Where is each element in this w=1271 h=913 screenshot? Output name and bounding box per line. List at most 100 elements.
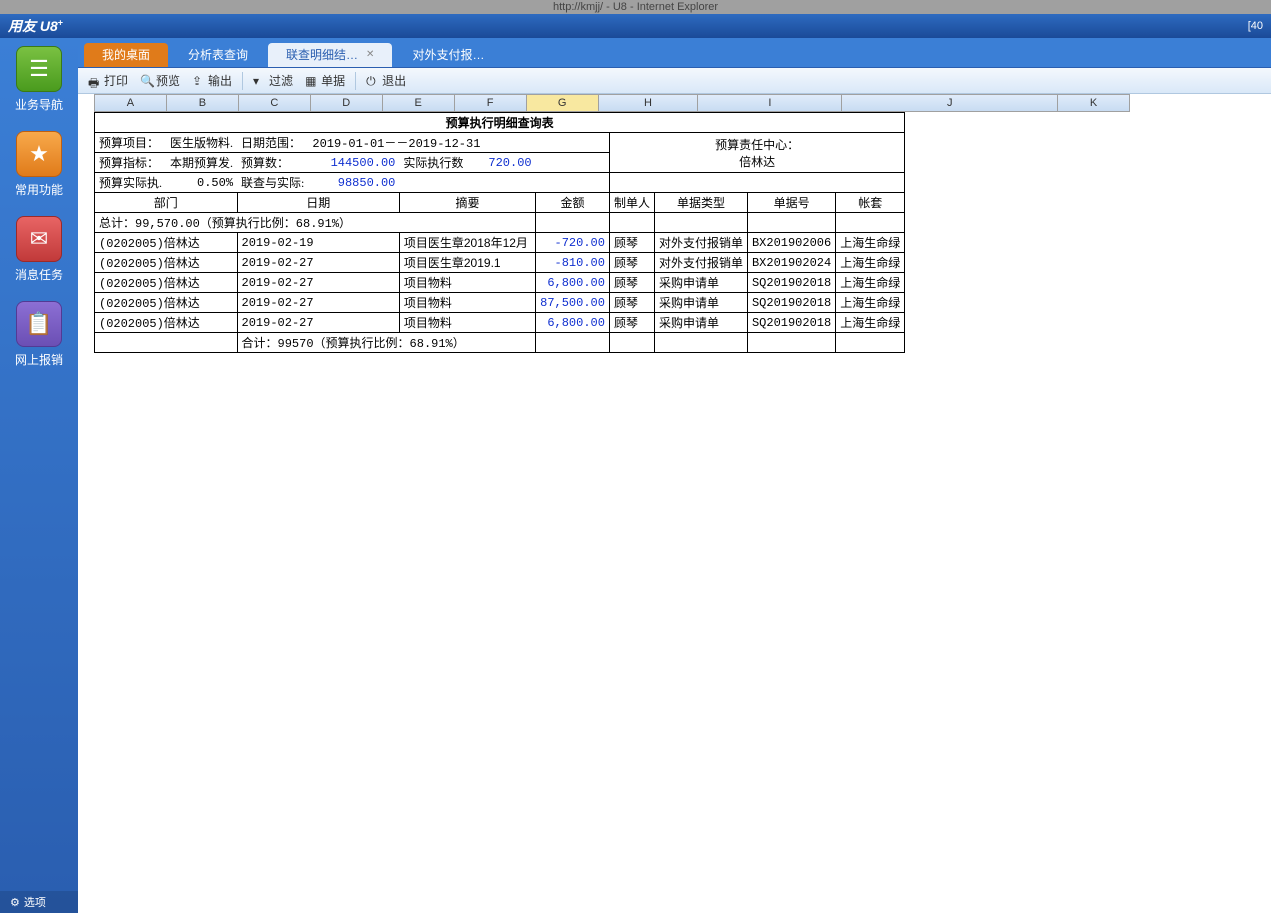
cell-docno: SQ201902018: [747, 293, 835, 313]
print-icon: 🖶: [88, 74, 102, 88]
cell-amount: -720.00: [536, 233, 610, 253]
export-icon: ⇪: [192, 74, 206, 88]
tab-analysis[interactable]: 分析表查询: [170, 43, 266, 67]
column-header-H[interactable]: H: [599, 95, 699, 111]
column-header-C[interactable]: C: [239, 95, 311, 111]
table-row[interactable]: (0202005)倍林达2019-02-27项目医生章2019.1-810.00…: [95, 253, 905, 273]
cell-type: 对外支付报销单: [654, 233, 747, 253]
titlebar-right-text: [40: [1248, 20, 1263, 32]
column-header-K[interactable]: K: [1058, 95, 1130, 111]
column-header-B[interactable]: B: [167, 95, 239, 111]
cell-type: 采购申请单: [654, 313, 747, 333]
export-button[interactable]: ⇪输出: [186, 70, 238, 91]
actual-ratio-label: 预算实际执.: [95, 173, 167, 193]
report-table: 预算执行明细查询表 预算项目： 医生版物料. 日期范围： 2019-01-01－…: [94, 112, 905, 353]
document-button[interactable]: ▦单据: [299, 70, 351, 91]
col-docno: 单据号: [747, 193, 835, 213]
table-row[interactable]: (0202005)倍林达2019-02-19项目医生章2018年12月-720.…: [95, 233, 905, 253]
preview-button[interactable]: 🔍预览: [134, 70, 186, 91]
cell-amount: 87,500.00: [536, 293, 610, 313]
sidebar-item-online[interactable]: 📋 网上报销: [8, 301, 70, 368]
close-icon[interactable]: ✕: [366, 43, 374, 67]
cell-docno: BX201902024: [747, 253, 835, 273]
report-info-row-3: 预算实际执. 0.50% 联查与实际: 98850.00: [95, 173, 905, 193]
star-icon: ★: [16, 131, 62, 177]
col-summary: 摘要: [399, 193, 535, 213]
table-row[interactable]: (0202005)倍林达2019-02-27项目物料6,800.00顾琴采购申请…: [95, 313, 905, 333]
col-type: 单据类型: [654, 193, 747, 213]
budget-index: 本期预算发.: [166, 153, 237, 173]
sum-row: 合计：99570（预算执行比例：68.91%）: [95, 333, 905, 353]
budget-center: 预算责任中心： 倍林达: [609, 133, 904, 173]
print-button[interactable]: 🖶打印: [82, 70, 134, 91]
actual-exec-label: 实际执行数: [399, 153, 484, 173]
cell-docno: SQ201902018: [747, 273, 835, 293]
column-header-G[interactable]: G: [527, 95, 599, 111]
sidebar-item-msg[interactable]: ✉ 消息任务: [8, 216, 70, 283]
exit-icon: ⏻: [366, 74, 380, 88]
report-title: 预算执行明细查询表: [95, 113, 905, 133]
cell-summary: 项目医生章2019.1: [399, 253, 535, 273]
actual-ratio: 0.50%: [166, 173, 237, 193]
app-titlebar: 用友 U8+ [40: [0, 14, 1271, 38]
cell-docno: BX201902006: [747, 233, 835, 253]
column-header-F[interactable]: F: [455, 95, 527, 111]
sum-text: 合计：99570（预算执行比例：68.91%）: [237, 333, 536, 353]
tab-external-pay[interactable]: 对外支付报…: [394, 43, 502, 67]
gear-icon: ⚙: [10, 896, 20, 909]
column-header-E[interactable]: E: [383, 95, 455, 111]
sidebar: ☰ 业务导航 ★ 常用功能 ✉ 消息任务 📋 网上报销 ⚙ 选项: [0, 38, 78, 913]
column-headers[interactable]: ABCDEFGHIJK: [94, 94, 1130, 112]
toolbar-separator: [355, 72, 356, 90]
filter-button[interactable]: ▾过滤: [247, 70, 299, 91]
cell-ledger: 上海生命绿: [836, 313, 905, 333]
report-info-row-1: 预算项目： 医生版物料. 日期范围： 2019-01-01－－2019-12-3…: [95, 133, 905, 153]
cell-ledger: 上海生命绿: [836, 273, 905, 293]
cell-date: 2019-02-27: [237, 253, 399, 273]
cell-date: 2019-02-27: [237, 313, 399, 333]
cell-summary: 项目物料: [399, 313, 535, 333]
column-header-D[interactable]: D: [311, 95, 383, 111]
cell-dept: (0202005)倍林达: [95, 313, 238, 333]
cell-maker: 顾琴: [609, 233, 654, 253]
sidebar-item-label: 常用功能: [8, 181, 70, 198]
date-range: 2019-01-01－－2019-12-31: [308, 133, 484, 153]
report-title-row: 预算执行明细查询表: [95, 113, 905, 133]
cell-dept: (0202005)倍林达: [95, 253, 238, 273]
cell-date: 2019-02-27: [237, 273, 399, 293]
actual-exec: 720.00: [484, 153, 535, 173]
cell-amount: -810.00: [536, 253, 610, 273]
clipboard-icon: 📋: [16, 301, 62, 347]
sidebar-item-label: 业务导航: [8, 96, 70, 113]
sidebar-item-fav[interactable]: ★ 常用功能: [8, 131, 70, 198]
cell-summary: 项目医生章2018年12月: [399, 233, 535, 253]
col-dept: 部门: [95, 193, 238, 213]
tab-desktop[interactable]: 我的桌面: [84, 43, 168, 67]
cell-dept: (0202005)倍林达: [95, 293, 238, 313]
table-row[interactable]: (0202005)倍林达2019-02-27项目物料6,800.00顾琴采购申请…: [95, 273, 905, 293]
tab-bar: 我的桌面 分析表查询 联查明细结…✕ 对外支付报…: [78, 38, 1271, 68]
tab-detail-query[interactable]: 联查明细结…✕: [268, 43, 392, 67]
cell-date: 2019-02-19: [237, 233, 399, 253]
diff: 98850.00: [308, 173, 399, 193]
budget-project: 医生版物料.: [166, 133, 237, 153]
table-row[interactable]: (0202005)倍林达2019-02-27项目物料87,500.00顾琴采购申…: [95, 293, 905, 313]
nav-icon: ☰: [16, 46, 62, 92]
sheet-area[interactable]: ABCDEFGHIJK 预算执行明细查询表 预算项目： 医生版物料. 日期范围：…: [94, 94, 1271, 913]
sidebar-item-label: 消息任务: [8, 266, 70, 283]
budget-num-label: 预算数：: [237, 153, 308, 173]
filter-icon: ▾: [253, 74, 267, 88]
exit-button[interactable]: ⏻退出: [360, 70, 412, 91]
cell-type: 采购申请单: [654, 273, 747, 293]
column-header-I[interactable]: I: [698, 95, 842, 111]
cell-maker: 顾琴: [609, 253, 654, 273]
cell-amount: 6,800.00: [536, 313, 610, 333]
cell-ledger: 上海生命绿: [836, 233, 905, 253]
sidebar-options[interactable]: ⚙ 选项: [0, 891, 78, 913]
sidebar-item-nav[interactable]: ☰ 业务导航: [8, 46, 70, 113]
column-header-A[interactable]: A: [95, 95, 167, 111]
cell-dept: (0202005)倍林达: [95, 273, 238, 293]
column-header-J[interactable]: J: [842, 95, 1058, 111]
total-row: 总计：99,570.00（预算执行比例：68.91%）: [95, 213, 905, 233]
cell-docno: SQ201902018: [747, 313, 835, 333]
